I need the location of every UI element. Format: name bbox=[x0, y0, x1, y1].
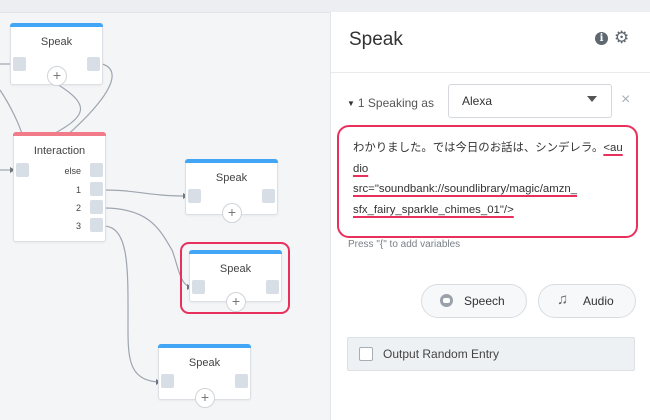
audio-button-label: Audio bbox=[583, 294, 614, 308]
speak-node-top[interactable]: Speak + bbox=[10, 23, 103, 86]
output-random-entry-row[interactable]: Output Random Entry bbox=[347, 337, 635, 371]
node-title: Speak bbox=[40, 36, 73, 48]
editor-panel: Speak i ⚙ ▼ 1 Speaking as Alexa × わかりました。… bbox=[330, 12, 650, 420]
node-accent-bar bbox=[158, 344, 251, 348]
gear-icon[interactable]: ⚙ bbox=[614, 28, 629, 48]
plus-icon[interactable]: + bbox=[195, 388, 215, 408]
speech-icon bbox=[440, 294, 453, 307]
node-title: Interaction bbox=[33, 145, 86, 157]
random-entry-label: Output Random Entry bbox=[383, 347, 500, 361]
header-divider bbox=[331, 72, 650, 73]
flow-canvas[interactable]: Speak + Interaction else 1 2 3 Speak + S… bbox=[0, 0, 330, 420]
speech-text-content: わかりました。では今日のお話は、シンデレラ。<audio src="soundb… bbox=[353, 138, 625, 220]
output-port-2[interactable] bbox=[90, 200, 103, 214]
node-title: Speak bbox=[188, 357, 221, 369]
info-icon[interactable]: i bbox=[595, 32, 608, 45]
input-port[interactable] bbox=[161, 374, 174, 388]
close-icon[interactable]: × bbox=[621, 91, 630, 109]
node-accent-bar bbox=[10, 23, 103, 27]
plus-icon[interactable]: + bbox=[47, 66, 67, 86]
speak-node-mid[interactable]: Speak + bbox=[185, 159, 278, 223]
speech-text-input[interactable]: わかりました。では今日のお話は、シンデレラ。<audio src="soundb… bbox=[337, 125, 638, 238]
plus-icon[interactable]: + bbox=[226, 292, 246, 312]
chevron-down-icon bbox=[587, 96, 597, 102]
output-port[interactable] bbox=[266, 280, 279, 294]
output-port-3[interactable] bbox=[90, 218, 103, 232]
output-port-else[interactable] bbox=[90, 163, 103, 177]
input-port[interactable] bbox=[192, 280, 205, 294]
random-entry-checkbox[interactable] bbox=[359, 347, 373, 361]
choice-label-else: else bbox=[64, 166, 81, 176]
audio-button[interactable]: ♫ Audio bbox=[538, 284, 636, 318]
speaking-as-label: 1 Speaking as bbox=[357, 96, 434, 110]
audio-src-line1: src="soundbank://soundlibrary/magic/amzn… bbox=[353, 183, 578, 195]
output-port[interactable] bbox=[262, 189, 275, 203]
choice-label-3: 3 bbox=[75, 221, 81, 231]
node-title: Speak bbox=[215, 172, 248, 184]
node-accent-bar bbox=[185, 159, 278, 163]
speech-text-plain: わかりました。では今日のお話は、シンデレラ。 bbox=[353, 142, 604, 154]
input-port[interactable] bbox=[16, 163, 29, 177]
output-port-1[interactable] bbox=[90, 182, 103, 196]
input-port[interactable] bbox=[13, 57, 26, 71]
plus-icon[interactable]: + bbox=[222, 203, 242, 223]
wire-choice1 bbox=[102, 189, 189, 197]
node-accent-bar bbox=[189, 250, 282, 254]
node-title: Speak bbox=[219, 263, 252, 275]
caret-down-icon: ▼ bbox=[347, 99, 355, 108]
panel-title: Speak bbox=[349, 29, 403, 50]
choice-label-2: 2 bbox=[75, 203, 81, 213]
choice-label-1: 1 bbox=[75, 185, 81, 195]
variables-hint: Press "{" to add variables bbox=[348, 239, 461, 250]
speech-button[interactable]: Speech bbox=[421, 284, 527, 318]
speak-node-selected[interactable]: Speak + bbox=[189, 250, 282, 312]
voice-select-value: Alexa bbox=[462, 94, 493, 108]
input-port[interactable] bbox=[188, 189, 201, 203]
voice-select[interactable]: Alexa bbox=[448, 84, 612, 118]
speech-button-label: Speech bbox=[464, 294, 505, 308]
wire-choice3 bbox=[102, 225, 162, 383]
music-note-icon: ♫ bbox=[557, 291, 569, 308]
wire-choice2 bbox=[102, 207, 193, 288]
output-port[interactable] bbox=[87, 57, 100, 71]
speak-node-bottom[interactable]: Speak + bbox=[158, 344, 251, 408]
speaking-as-toggle[interactable]: ▼ 1 Speaking as bbox=[347, 96, 434, 110]
node-accent-bar bbox=[13, 132, 106, 136]
audio-src-line2: sfx_fairy_sparkle_chimes_01"/> bbox=[353, 203, 514, 216]
output-port[interactable] bbox=[235, 374, 248, 388]
interaction-node[interactable]: Interaction else 1 2 3 bbox=[13, 132, 106, 242]
